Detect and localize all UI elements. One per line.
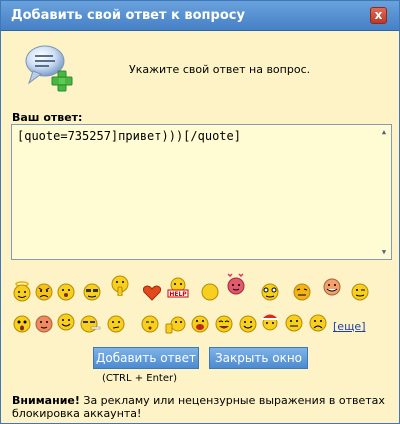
smiley-whistle-icon[interactable] bbox=[139, 313, 161, 335]
answer-label: Ваш ответ: bbox=[12, 111, 83, 124]
more-smileys-link[interactable]: [еще] bbox=[333, 320, 366, 333]
smiley-smoking-icon[interactable] bbox=[79, 313, 101, 335]
smiley-santa-icon[interactable] bbox=[259, 310, 281, 332]
close-window-button[interactable]: Закрыть окно bbox=[209, 347, 308, 369]
dialog-titlebar: Добавить свой ответ к вопросу x bbox=[1, 1, 399, 31]
chat-bubble-add-icon bbox=[25, 45, 73, 92]
smiley-smile-icon[interactable] bbox=[55, 311, 77, 333]
more-smileys-label[interactable]: еще bbox=[337, 320, 361, 333]
smiley-laugh-icon[interactable] bbox=[213, 313, 235, 335]
answer-textarea[interactable]: [quote=735257]привет)))[/quote] ▲ ▼ bbox=[11, 124, 392, 260]
heart-icon[interactable] bbox=[141, 281, 163, 303]
smiley-in-love-icon[interactable] bbox=[225, 273, 247, 295]
submit-answer-button[interactable]: Добавить ответ bbox=[93, 347, 199, 369]
scroll-up-icon[interactable]: ▲ bbox=[379, 127, 389, 137]
shortcut-hint: (CTRL + Enter) bbox=[102, 373, 177, 384]
smiley-surprised-icon[interactable] bbox=[55, 280, 77, 302]
smiley-rofl-icon[interactable] bbox=[321, 276, 343, 298]
scroll-down-icon[interactable]: ▼ bbox=[379, 247, 389, 257]
smiley-sad-icon[interactable] bbox=[307, 312, 329, 334]
smiley-wink-icon[interactable] bbox=[349, 281, 371, 303]
answer-dialog: Добавить свой ответ к вопросу x Укажите … bbox=[0, 0, 400, 424]
smiley-blank-icon[interactable] bbox=[199, 281, 221, 303]
smiley-cool-icon[interactable] bbox=[81, 280, 103, 302]
answer-text: [quote=735257]привет)))[/quote] bbox=[17, 129, 241, 143]
warning-text: Внимание! За рекламу или нецензурные выр… bbox=[12, 394, 392, 420]
smiley-idea-icon[interactable] bbox=[291, 281, 313, 303]
smiley-thinking-icon[interactable] bbox=[105, 313, 127, 335]
dialog-title: Добавить свой ответ к вопросу bbox=[11, 8, 245, 23]
smiley-thumbsup-icon[interactable] bbox=[165, 313, 187, 335]
smiley-grin-icon[interactable] bbox=[283, 312, 305, 334]
warning-prefix: Внимание! bbox=[12, 394, 80, 407]
smiley-help-icon[interactable]: HELP bbox=[167, 276, 189, 298]
smiley-angry-icon[interactable] bbox=[33, 280, 55, 302]
svg-text:HELP: HELP bbox=[169, 291, 187, 298]
close-icon[interactable]: x bbox=[370, 7, 387, 24]
smiley-happy-icon[interactable] bbox=[237, 313, 259, 335]
smiley-shush-icon[interactable] bbox=[109, 274, 131, 296]
smiley-crazy-icon[interactable] bbox=[259, 281, 281, 303]
smiley-shocked-icon[interactable] bbox=[11, 313, 33, 335]
dialog-prompt: Укажите свой ответ на вопрос. bbox=[129, 63, 311, 76]
smiley-blush-icon[interactable] bbox=[33, 313, 55, 335]
smiley-angel-icon[interactable] bbox=[11, 280, 33, 302]
smiley-yell-icon[interactable] bbox=[189, 313, 211, 335]
